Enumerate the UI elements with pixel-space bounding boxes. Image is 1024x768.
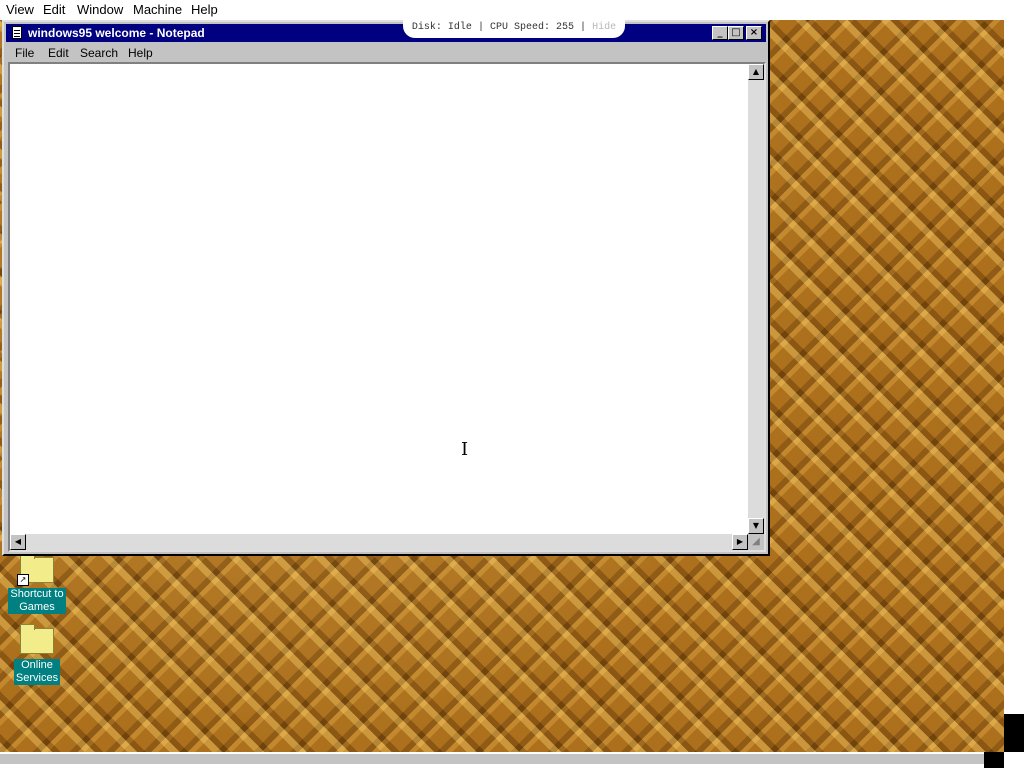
cpu-label: CPU Speed: (489, 22, 550, 33)
host-menu-view[interactable]: View (6, 2, 34, 17)
menu-help[interactable]: Help (128, 46, 153, 60)
desktop-icon-shortcut-to-games[interactable]: ↗ Shortcut to Games (2, 553, 72, 615)
status-pill: Disk: Idle | CPU Speed: 255 | Hide (403, 18, 625, 38)
shortcut-arrow-icon: ↗ (17, 574, 29, 586)
folder-icon (20, 624, 54, 654)
notepad-menubar: File Edit Search Help (6, 44, 766, 62)
horizontal-scrollbar[interactable]: ◀ ▶ (10, 534, 748, 550)
host-menu-help[interactable]: Help (191, 2, 218, 17)
icon-label-line2: Games (19, 601, 55, 613)
desktop-icon-label: Online Services (13, 659, 61, 685)
host-menu-machine[interactable]: Machine (133, 2, 182, 17)
title-bar[interactable]: windows95 welcome - Notepad _ □ × (6, 24, 766, 42)
menu-search[interactable]: Search (80, 46, 118, 60)
icon-label-line1: Shortcut to (10, 588, 64, 600)
host-menu-window[interactable]: Window (77, 2, 123, 17)
folder-shortcut-icon: ↗ (17, 553, 54, 586)
menu-file[interactable]: File (15, 46, 34, 60)
desktop-icon-label: Shortcut to Games (8, 588, 66, 614)
disk-status: Idle (447, 22, 472, 33)
hide-button[interactable]: Hide (592, 22, 616, 33)
menu-edit[interactable]: Edit (48, 46, 69, 60)
vertical-scrollbar[interactable]: ▲ ▼ (748, 64, 764, 534)
close-button[interactable]: × (746, 26, 762, 40)
text-editor[interactable]: ▲ ▼ ◀ ▶ ◢ (8, 62, 766, 552)
host-menubar: View Edit Window Machine Help (0, 0, 1024, 20)
scroll-right-icon[interactable]: ▶ (732, 534, 748, 550)
icon-label-line1: Online (21, 659, 53, 671)
scroll-down-icon[interactable]: ▼ (748, 518, 764, 534)
desktop-icon-online-services[interactable]: Online Services (2, 624, 72, 686)
scroll-up-icon[interactable]: ▲ (748, 64, 764, 80)
cpu-speed: 255 (556, 22, 575, 33)
ibeam-cursor-icon: I (461, 439, 469, 460)
scrollbar-corner (984, 752, 1004, 768)
notepad-window: windows95 welcome - Notepad _ □ × File E… (2, 20, 770, 556)
separator: | (580, 22, 587, 33)
separator: | (477, 22, 484, 33)
host-horizontal-scrollbar[interactable] (0, 754, 984, 764)
window-title: windows95 welcome - Notepad (28, 26, 205, 40)
maximize-button[interactable]: □ (728, 26, 744, 40)
disk-label: Disk: (411, 22, 442, 33)
host-menu-edit[interactable]: Edit (43, 2, 65, 17)
right-margin (1004, 20, 1024, 714)
scroll-left-icon[interactable]: ◀ (10, 534, 26, 550)
minimize-button[interactable]: _ (712, 26, 728, 40)
notepad-icon[interactable] (12, 26, 22, 39)
size-grip-icon[interactable]: ◢ (748, 534, 764, 550)
icon-label-line2: Services (15, 672, 59, 684)
corner-block (1004, 714, 1024, 752)
